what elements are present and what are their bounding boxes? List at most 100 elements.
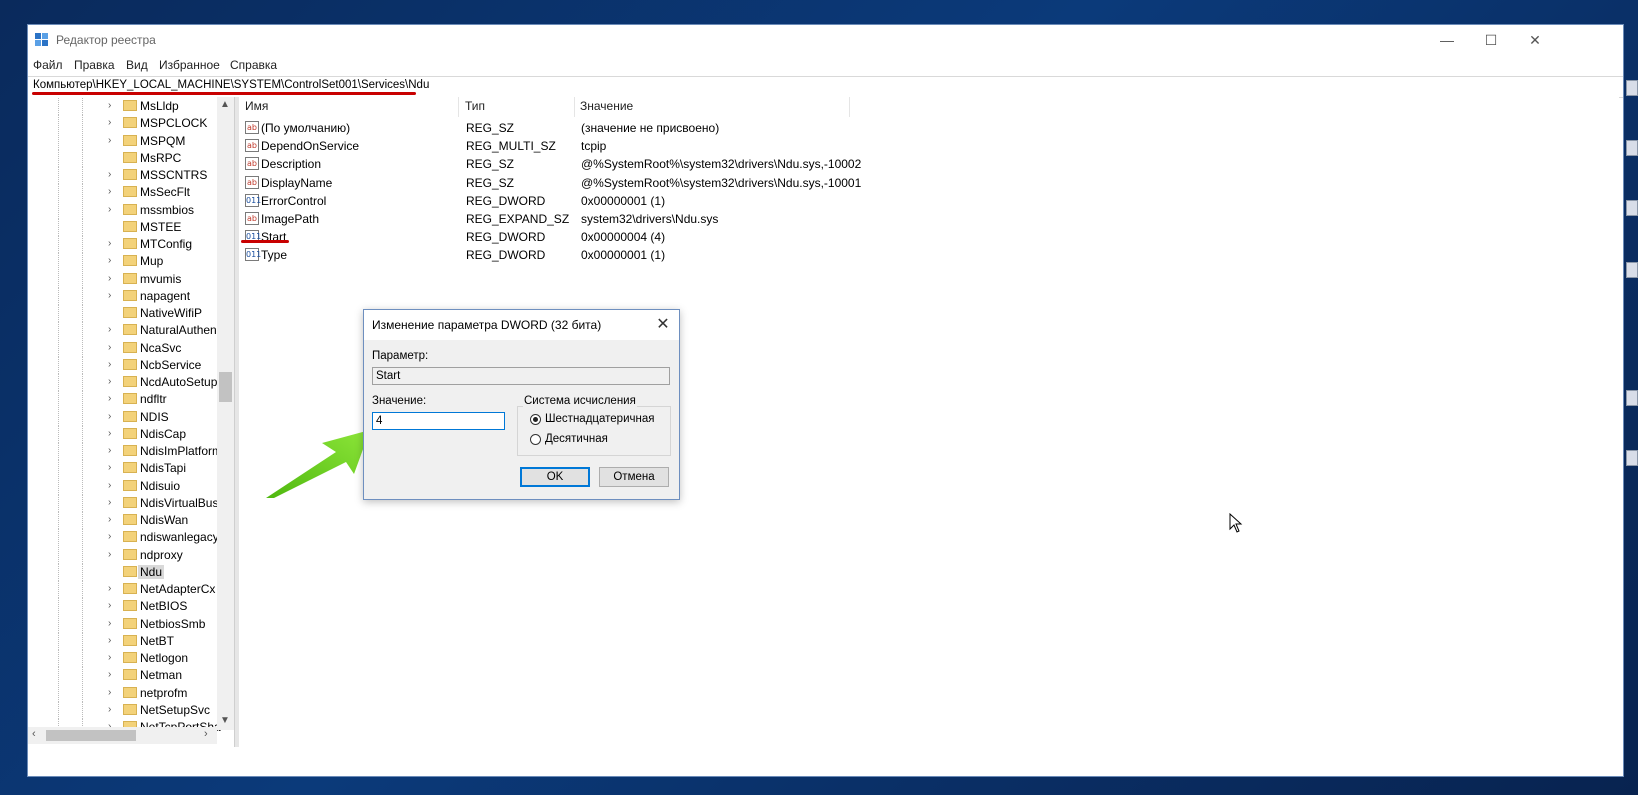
value-row[interactable]: 011 Type REG_DWORD 0x00000001 (1) xyxy=(239,246,939,264)
tree-item[interactable]: › ndiswanlegacy xyxy=(28,529,228,547)
tree-item[interactable]: › MSPCLOCK xyxy=(28,115,228,133)
chevron-right-icon[interactable]: › xyxy=(108,549,111,560)
address-path[interactable]: Компьютер\HKEY_LOCAL_MACHINE\SYSTEM\Cont… xyxy=(33,79,429,91)
chevron-right-icon[interactable]: › xyxy=(108,100,111,111)
address-bar[interactable]: Компьютер\HKEY_LOCAL_MACHINE\SYSTEM\Cont… xyxy=(28,76,1623,98)
scroll-right-icon[interactable]: › xyxy=(204,728,208,740)
column-name-header[interactable]: Имя xyxy=(245,99,268,117)
tree-item[interactable]: › NetBT xyxy=(28,632,228,650)
scroll-thumb[interactable] xyxy=(219,372,232,402)
tree-item-label[interactable]: MsRPC xyxy=(140,151,181,165)
menu-file[interactable]: Файл xyxy=(33,58,63,72)
tree-item-label[interactable]: NetbiosSmb xyxy=(140,617,205,631)
column-separator[interactable] xyxy=(458,97,459,117)
chevron-right-icon[interactable]: › xyxy=(108,169,111,180)
minimize-button[interactable]: — xyxy=(1424,25,1470,55)
tree-item-label[interactable]: Netman xyxy=(140,668,182,682)
tree-item-label[interactable]: NdisWan xyxy=(140,513,188,527)
chevron-right-icon[interactable]: › xyxy=(108,204,111,215)
tree-item-label[interactable]: Netlogon xyxy=(140,651,188,665)
chevron-right-icon[interactable]: › xyxy=(108,238,111,249)
desktop-icon[interactable] xyxy=(1626,262,1638,278)
value-row[interactable]: ab DependOnService REG_MULTI_SZ tcpip xyxy=(239,137,939,155)
chevron-right-icon[interactable]: › xyxy=(108,135,111,146)
chevron-right-icon[interactable]: › xyxy=(108,393,111,404)
tree-item[interactable]: › NcbService xyxy=(28,356,228,374)
tree-item-label[interactable]: NcdAutoSetup xyxy=(140,375,217,389)
menu-edit[interactable]: Правка xyxy=(74,58,115,72)
tree-item[interactable]: › napagent xyxy=(28,287,228,305)
tree-item[interactable]: NativeWifiP xyxy=(28,305,228,322)
chevron-right-icon[interactable]: › xyxy=(108,704,111,715)
tree-item-label[interactable]: netprofm xyxy=(140,686,187,700)
tree-item[interactable]: › NDIS xyxy=(28,408,228,426)
tree-item-label[interactable]: MSPQM xyxy=(140,134,185,148)
desktop-icon[interactable] xyxy=(1626,140,1638,156)
value-row[interactable]: ab (По умолчанию) REG_SZ (значение не присв… xyxy=(239,119,939,137)
desktop-icon[interactable] xyxy=(1626,80,1638,96)
dialog-close-icon[interactable]: ✕ xyxy=(653,314,673,334)
chevron-right-icon[interactable]: › xyxy=(108,273,111,284)
chevron-right-icon[interactable]: › xyxy=(108,428,111,439)
title-bar[interactable]: Редактор реестра — ☐ ✕ xyxy=(28,25,1623,55)
cancel-button[interactable]: Отмена xyxy=(599,467,669,487)
tree-item[interactable]: › mvumis xyxy=(28,270,228,288)
chevron-right-icon[interactable]: › xyxy=(108,411,111,422)
tree-item-label[interactable]: NDIS xyxy=(140,410,169,424)
tree-item-label[interactable]: NcbService xyxy=(140,358,201,372)
tree-item[interactable]: › NcaSvc xyxy=(28,339,228,357)
radio-decimal-label[interactable]: Десятичная xyxy=(545,433,608,445)
tree-item-label[interactable]: NdisTapi xyxy=(140,461,186,475)
tree-item[interactable]: › NcdAutoSetup xyxy=(28,374,228,391)
chevron-right-icon[interactable]: › xyxy=(108,669,111,680)
dialog-title-bar[interactable]: Изменение параметра DWORD (32 бита) ✕ xyxy=(364,310,679,340)
key-tree[interactable]: › MsLldp › MSPCLOCK › MSPQM MsRPC › MSSCNTRS › MsS… xyxy=(28,97,234,753)
menu-favorites[interactable]: Избранное xyxy=(159,58,220,72)
tree-item[interactable]: › MSPQM xyxy=(28,132,228,150)
tree-item-label[interactable]: NetBIOS xyxy=(140,599,187,613)
chevron-right-icon[interactable]: › xyxy=(108,117,111,128)
tree-item[interactable]: › NdisImPlatform xyxy=(28,443,228,460)
tree-item[interactable]: › MsSecFlt xyxy=(28,184,228,202)
radio-hex-dot[interactable] xyxy=(530,414,541,425)
chevron-right-icon[interactable]: › xyxy=(108,376,111,387)
tree-item-label[interactable]: ndiswanlegacy xyxy=(140,530,219,544)
value-input[interactable]: 4 xyxy=(372,412,505,430)
chevron-right-icon[interactable]: › xyxy=(108,514,111,525)
scroll-up-icon[interactable]: ▲ xyxy=(220,99,230,110)
chevron-right-icon[interactable]: › xyxy=(108,342,111,353)
tree-item[interactable]: › MSSCNTRS xyxy=(28,167,228,184)
tree-item[interactable]: MsRPC xyxy=(28,149,228,167)
tree-horizontal-scrollbar[interactable]: ‹ › xyxy=(28,727,217,744)
radio-decimal-dot[interactable] xyxy=(530,434,541,445)
tree-item[interactable]: › NdisVirtualBus xyxy=(28,494,228,512)
tree-item[interactable]: › NetAdapterCx xyxy=(28,581,228,598)
tree-item[interactable]: › Netlogon xyxy=(28,650,228,667)
column-separator[interactable] xyxy=(574,97,575,117)
chevron-right-icon[interactable]: › xyxy=(108,462,111,473)
tree-item[interactable]: › Mup xyxy=(28,253,228,271)
tree-item-label[interactable]: NetSetupSvc xyxy=(140,703,210,717)
tree-item-label[interactable]: mssmbios xyxy=(140,203,194,217)
value-row[interactable]: ab DisplayName REG_SZ @%SystemRoot%\system3… xyxy=(239,174,939,192)
tree-item-label[interactable]: MSTEE xyxy=(140,220,181,234)
chevron-right-icon[interactable]: › xyxy=(108,497,111,508)
tree-item[interactable]: › NdisWan xyxy=(28,512,228,529)
tree-item-label[interactable]: Ndisuio xyxy=(140,479,180,493)
tree-item[interactable]: › netprofm xyxy=(28,684,228,702)
chevron-right-icon[interactable]: › xyxy=(108,531,111,542)
close-button[interactable]: ✕ xyxy=(1512,25,1558,55)
chevron-right-icon[interactable]: › xyxy=(108,290,111,301)
desktop-icon[interactable] xyxy=(1626,450,1638,466)
tree-item-label[interactable]: MsLldp xyxy=(140,99,179,113)
tree-vertical-scrollbar[interactable]: ▲ ▼ xyxy=(217,97,234,730)
column-type-header[interactable]: Тип xyxy=(465,99,485,117)
chevron-right-icon[interactable]: › xyxy=(108,583,111,594)
tree-item-label[interactable]: MSSCNTRS xyxy=(140,168,207,182)
tree-item-label[interactable]: ndproxy xyxy=(140,548,183,562)
tree-item-label[interactable]: Ndu xyxy=(138,564,165,579)
tree-item-label[interactable]: NdisImPlatform xyxy=(140,444,222,458)
tree-item-label[interactable]: NcaSvc xyxy=(140,341,181,355)
tree-item[interactable]: › mssmbios xyxy=(28,201,228,219)
tree-item-label[interactable]: ndfltr xyxy=(140,392,167,406)
